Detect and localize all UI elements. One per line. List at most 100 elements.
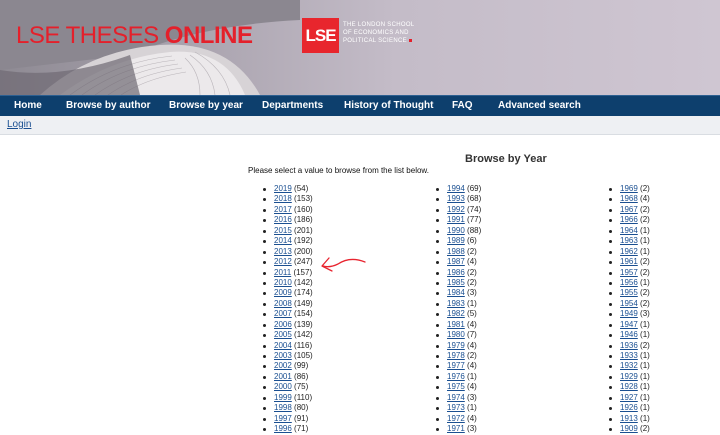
year-link[interactable]: 2016 <box>274 215 292 224</box>
year-link[interactable]: 2009 <box>274 288 292 297</box>
year-list-item: 1964 (1) <box>607 226 650 236</box>
instruction-text: Please select a value to browse from the… <box>248 166 429 175</box>
year-link[interactable]: 1962 <box>620 247 638 256</box>
year-link[interactable]: 1933 <box>620 351 638 360</box>
year-link[interactable]: 1984 <box>447 288 465 297</box>
year-link[interactable]: 2012 <box>274 257 292 266</box>
year-link[interactable]: 2002 <box>274 361 292 370</box>
nav-advanced-search[interactable]: Advanced search <box>498 100 581 111</box>
year-link[interactable]: 2014 <box>274 236 292 245</box>
year-link[interactable]: 1998 <box>274 403 292 412</box>
year-count: (1) <box>640 413 650 423</box>
bullet-icon <box>263 396 266 400</box>
institution-line3-text: POLITICAL SCIENCE <box>343 38 407 44</box>
bullet-icon <box>436 198 439 202</box>
year-link[interactable]: 1929 <box>620 372 638 381</box>
year-link[interactable]: 2015 <box>274 226 292 235</box>
year-link[interactable]: 1986 <box>447 268 465 277</box>
year-link[interactable]: 2000 <box>274 382 292 391</box>
year-link[interactable]: 1926 <box>620 403 638 412</box>
year-link[interactable]: 2001 <box>274 372 292 381</box>
year-link[interactable]: 2018 <box>274 194 292 203</box>
year-link[interactable]: 1955 <box>620 288 638 297</box>
year-link[interactable]: 1967 <box>620 205 638 214</box>
nav-browse-by-author[interactable]: Browse by author <box>66 100 150 111</box>
year-link[interactable]: 1972 <box>447 414 465 423</box>
year-link[interactable]: 1932 <box>620 361 638 370</box>
year-link[interactable]: 1957 <box>620 268 638 277</box>
year-link[interactable]: 1987 <box>447 257 465 266</box>
year-list-item: 1981 (4) <box>434 320 481 330</box>
year-link[interactable]: 1954 <box>620 299 638 308</box>
year-count: (3) <box>467 392 477 402</box>
year-link[interactable]: 1964 <box>620 226 638 235</box>
year-link[interactable]: 1936 <box>620 341 638 350</box>
year-link[interactable]: 2019 <box>274 184 292 193</box>
year-link[interactable]: 2008 <box>274 299 292 308</box>
year-list-item: 2006 (139) <box>261 320 313 330</box>
year-link[interactable]: 1981 <box>447 320 465 329</box>
year-link[interactable]: 1974 <box>447 393 465 402</box>
year-list-item: 2007 (154) <box>261 309 313 319</box>
year-link[interactable]: 1968 <box>620 194 638 203</box>
year-link[interactable]: 1989 <box>447 236 465 245</box>
year-link[interactable]: 1966 <box>620 215 638 224</box>
year-link[interactable]: 2004 <box>274 341 292 350</box>
year-link[interactable]: 1988 <box>447 247 465 256</box>
year-link[interactable]: 1999 <box>274 393 292 402</box>
year-list-item: 1993 (68) <box>434 194 481 204</box>
lse-logo[interactable]: LSE <box>302 18 339 53</box>
year-link[interactable]: 1977 <box>447 361 465 370</box>
year-list-column-3: 1969 (2) 1968 (4) 1967 (2) 1966 (2) 1964 (1)… <box>607 184 650 435</box>
year-link[interactable]: 1963 <box>620 236 638 245</box>
nav-home[interactable]: Home <box>14 100 42 111</box>
year-link[interactable]: 2007 <box>274 309 292 318</box>
year-link[interactable]: 2011 <box>274 268 291 277</box>
year-link[interactable]: 1997 <box>274 414 292 423</box>
bullet-icon <box>436 428 439 432</box>
year-link[interactable]: 1993 <box>447 194 465 203</box>
year-link[interactable]: 1947 <box>620 320 638 329</box>
year-link[interactable]: 1973 <box>447 403 465 412</box>
nav-departments[interactable]: Departments <box>262 100 323 111</box>
year-link[interactable]: 1983 <box>447 299 465 308</box>
year-link[interactable]: 1927 <box>620 393 638 402</box>
year-link[interactable]: 1975 <box>447 382 465 391</box>
nav-history-of-thought[interactable]: History of Thought <box>344 100 433 111</box>
year-count: (2) <box>640 184 650 193</box>
year-link[interactable]: 1990 <box>447 226 465 235</box>
year-link[interactable]: 2005 <box>274 330 292 339</box>
year-link[interactable]: 1985 <box>447 278 465 287</box>
year-list-item: 1946 (1) <box>607 330 650 340</box>
year-link[interactable]: 1956 <box>620 278 638 287</box>
nav-browse-by-year[interactable]: Browse by year <box>169 100 243 111</box>
year-count: (1) <box>640 319 650 329</box>
year-link[interactable]: 1928 <box>620 382 638 391</box>
year-link[interactable]: 2006 <box>274 320 292 329</box>
year-link[interactable]: 1994 <box>447 184 465 193</box>
year-link[interactable]: 1978 <box>447 351 465 360</box>
year-link[interactable]: 2017 <box>274 205 292 214</box>
year-link[interactable]: 1976 <box>447 372 465 381</box>
bullet-icon <box>263 334 266 338</box>
nav-faq[interactable]: FAQ <box>452 100 473 111</box>
year-link[interactable]: 1991 <box>447 215 465 224</box>
site-title[interactable]: LSE THESES ONLINE <box>16 22 253 50</box>
year-link[interactable]: 1961 <box>620 257 638 266</box>
year-link[interactable]: 1949 <box>620 309 638 318</box>
year-link[interactable]: 1979 <box>447 341 465 350</box>
year-count: (86) <box>294 371 309 381</box>
year-link[interactable]: 1982 <box>447 309 465 318</box>
year-link[interactable]: 1946 <box>620 330 638 339</box>
year-link[interactable]: 1992 <box>447 205 465 214</box>
login-link[interactable]: Login <box>7 119 31 130</box>
year-link[interactable]: 2013 <box>274 247 292 256</box>
year-count: (4) <box>467 257 477 267</box>
bullet-icon <box>436 365 439 369</box>
year-count: (2) <box>640 340 650 350</box>
year-link[interactable]: 1980 <box>447 330 465 339</box>
year-link[interactable]: 2010 <box>274 278 292 287</box>
year-link[interactable]: 1913 <box>620 414 638 423</box>
year-link[interactable]: 2003 <box>274 351 292 360</box>
year-link[interactable]: 1969 <box>620 184 638 193</box>
